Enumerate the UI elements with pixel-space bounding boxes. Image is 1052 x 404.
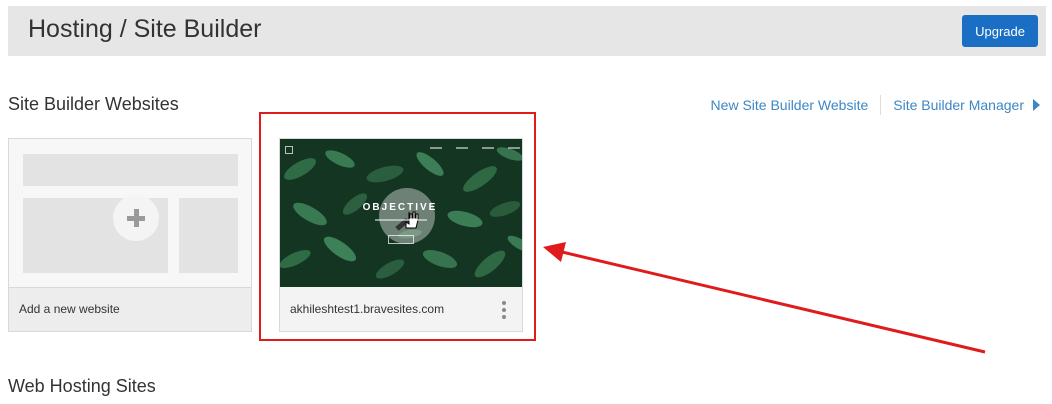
- thumbnail-hero-text: OBJECTIVE: [362, 202, 438, 213]
- caret-right-icon[interactable]: [1033, 99, 1040, 111]
- site-builder-section-title: Site Builder Websites: [8, 94, 179, 114]
- upgrade-button[interactable]: Upgrade: [962, 15, 1038, 47]
- add-website-card[interactable]: Add a new website: [8, 138, 252, 332]
- site-builder-links: New Site Builder Website Site Builder Ma…: [711, 95, 1040, 115]
- add-website-label: Add a new website: [19, 302, 120, 316]
- thumbnail-subtitle-line: [375, 219, 427, 221]
- site-builder-manager-link[interactable]: Site Builder Manager: [893, 97, 1024, 113]
- site-logo-icon: [285, 146, 293, 154]
- site-card[interactable]: OBJECTIVE akhileshtest1.bravesites.com: [279, 138, 523, 332]
- placeholder-block: [179, 198, 238, 273]
- add-website-preview[interactable]: [9, 139, 251, 288]
- placeholder-block: [23, 154, 238, 186]
- web-hosting-section-title: Web Hosting Sites: [8, 376, 156, 396]
- new-site-builder-website-link[interactable]: New Site Builder Website: [711, 97, 869, 113]
- header-bar: Hosting / Site Builder Upgrade: [8, 6, 1046, 56]
- kebab-menu-icon[interactable]: [502, 301, 506, 319]
- page-title: Hosting / Site Builder: [28, 15, 262, 43]
- site-domain-label: akhileshtest1.bravesites.com: [290, 302, 445, 316]
- thumbnail-nav: [430, 147, 520, 149]
- plus-icon[interactable]: [113, 195, 159, 241]
- link-divider: [880, 95, 882, 115]
- site-thumbnail[interactable]: OBJECTIVE: [280, 139, 522, 287]
- thumbnail-button: [388, 235, 414, 244]
